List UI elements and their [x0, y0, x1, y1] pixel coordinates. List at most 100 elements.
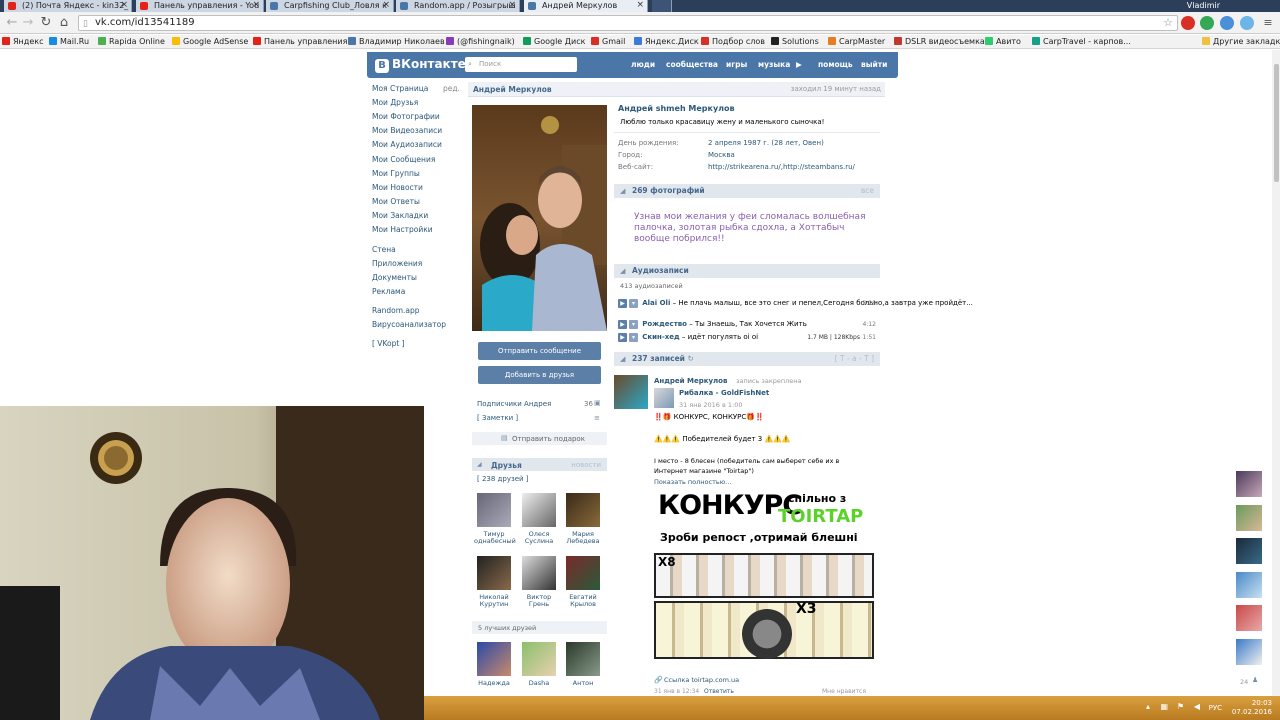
bookmark-item[interactable]: Другие закладки	[1202, 35, 1280, 48]
audio-track[interactable]: ▶ ▾ Alai Oli – Не плачь малыш, все это сн…	[618, 298, 973, 309]
menu-item-news[interactable]: Мои Новости	[372, 183, 423, 192]
im-contact-thumb[interactable]	[1236, 605, 1262, 631]
bookmark-item[interactable]: Панель управления	[253, 35, 347, 48]
volume-icon[interactable]: ◀	[1194, 702, 1200, 711]
friend-card[interactable]: Мария Лебедева	[563, 493, 603, 545]
best-friend-card[interactable]: Dasha	[519, 642, 559, 687]
menu-item-apps[interactable]: Приложения	[372, 259, 422, 268]
send-message-button[interactable]: Отправить сообщение	[478, 342, 601, 360]
nav-logout[interactable]: выйти	[861, 60, 887, 69]
bookmark-item[interactable]: DSLR видеосъемка	[894, 35, 985, 48]
new-tab-button[interactable]	[652, 0, 672, 12]
menu-item-photos[interactable]: Мои Фотографии	[372, 112, 440, 121]
add-icon[interactable]: ▾	[629, 299, 638, 308]
bookmark-item[interactable]: Rapida Online	[98, 35, 165, 48]
best-friend-card[interactable]: Надежда	[474, 642, 514, 687]
browser-tab[interactable]: Панель управления - You ×	[136, 0, 264, 12]
scrollbar-thumb[interactable]	[1274, 64, 1279, 182]
menu-item-bookmarks[interactable]: Мои Закладки	[372, 211, 428, 220]
menu-item-ads[interactable]: Реклама	[372, 287, 405, 296]
im-contact-thumb[interactable]	[1236, 572, 1262, 598]
nav-help[interactable]: помощь	[818, 60, 853, 69]
vk-logo[interactable]: В ВКонтакте	[375, 57, 466, 73]
bookmark-item[interactable]: (@fishingnaik)	[446, 35, 515, 48]
bookmark-item[interactable]: Яндекс.Диск	[634, 35, 699, 48]
bookmark-item[interactable]: Google Диск	[523, 35, 585, 48]
bookmark-item[interactable]: CarpMaster	[828, 35, 885, 48]
extension-icon[interactable]	[1240, 16, 1254, 30]
bookmark-item[interactable]: Gmail	[591, 35, 625, 48]
bookmark-item[interactable]: Яндекс	[2, 35, 43, 48]
close-icon[interactable]: ×	[508, 0, 516, 11]
search-input[interactable]: ⌕ Поиск	[465, 57, 577, 72]
url-input[interactable]: ▯ vk.com/id13541189 ☆	[78, 15, 1178, 31]
bookmark-item[interactable]: Авито	[985, 35, 1021, 48]
nav-people[interactable]: люди	[631, 60, 655, 69]
play-icon[interactable]: ▶	[618, 299, 627, 308]
friend-card[interactable]: Николай Курутин	[474, 556, 514, 608]
extension-icon[interactable]	[1200, 16, 1214, 30]
add-icon[interactable]: ▾	[629, 320, 638, 329]
friends-count[interactable]: [ 238 друзей ]	[477, 475, 529, 483]
repost-date[interactable]: 31 янв 2016 в 1:00	[679, 401, 743, 409]
menu-icon[interactable]: ≡	[1260, 15, 1276, 31]
post-author-avatar[interactable]	[614, 375, 648, 409]
im-count[interactable]: 24	[1240, 678, 1248, 686]
im-contact-thumb[interactable]	[1236, 538, 1262, 564]
reply-link[interactable]: Ответить	[704, 688, 734, 695]
nav-music[interactable]: музыка	[758, 60, 790, 69]
bookmark-item[interactable]: Mail.Ru	[49, 35, 89, 48]
refresh-icon[interactable]: ↻	[688, 354, 694, 363]
birthday-value[interactable]: 2 апреля 1987 г. (28 лет, Овен)	[708, 139, 824, 147]
subscribers-link[interactable]: Подписчики Андрея	[477, 400, 551, 408]
menu-item-settings[interactable]: Мои Настройки	[372, 225, 433, 234]
bookmark-item[interactable]: Google AdSense	[172, 35, 248, 48]
photos-header[interactable]: ◢ 269 фотографий все	[614, 184, 880, 198]
bookmark-item[interactable]: CarpTravel - карпов...	[1032, 35, 1131, 48]
menu-item-videos[interactable]: Мои Видеозаписи	[372, 126, 442, 135]
menu-item-wall[interactable]: Стена	[372, 245, 396, 254]
like-button[interactable]: Мне нравится	[822, 688, 866, 695]
add-friend-button[interactable]: Добавить в друзья	[478, 366, 601, 384]
post-link[interactable]: Ссылка toirtap.com.ua	[664, 676, 739, 684]
menu-item-messages[interactable]: Мои Сообщения	[372, 155, 435, 164]
profile-status[interactable]: Люблю только красавицу жену и маленького…	[620, 118, 824, 126]
tray-up-icon[interactable]: ▴	[1146, 702, 1150, 711]
bookmark-item[interactable]: Владимир Николаев	[348, 35, 445, 48]
post-date[interactable]: 31 янв в 12:34	[654, 688, 699, 695]
menu-edit-link[interactable]: ред.	[443, 84, 460, 93]
im-contact-thumb[interactable]	[1236, 505, 1262, 531]
browser-user-label[interactable]: Vladimir	[1187, 0, 1220, 11]
menu-item-my-page[interactable]: Моя Страница	[372, 84, 428, 93]
send-gift-bar[interactable]: ▤ Отправить подарок	[472, 432, 607, 445]
add-icon[interactable]: ▾	[629, 333, 638, 342]
close-icon[interactable]: ×	[120, 0, 128, 11]
wall-header[interactable]: ◢ 237 записей ↻ [ Т - а - Т ]	[614, 352, 880, 366]
audio-track[interactable]: ▶ ▾ Скин-хед – идёт погулять оі оі 1.7 MB…	[618, 332, 880, 343]
city-value[interactable]: Москва	[708, 151, 735, 159]
home-icon[interactable]: ⌂	[56, 15, 72, 31]
menu-item-answers[interactable]: Мои Ответы	[372, 197, 420, 206]
browser-tab[interactable]: (2) Почта Яндекс - kin32_ ×	[4, 0, 132, 12]
im-contact-thumb[interactable]	[1236, 639, 1262, 665]
star-icon[interactable]: ☆	[1163, 16, 1173, 30]
extension-icon[interactable]	[1220, 16, 1234, 30]
repost-source[interactable]: Рибалка - GoldFishNet	[679, 389, 769, 397]
friend-card[interactable]: Евгатий Крылов	[563, 556, 603, 608]
close-icon[interactable]: ×	[382, 0, 390, 11]
menu-item-virus-analyzer[interactable]: Вирусоанализатор	[372, 320, 446, 329]
menu-item-random-app[interactable]: Random.app	[372, 306, 420, 315]
menu-item-groups[interactable]: Мои Группы	[372, 169, 420, 178]
friend-card[interactable]: Олеся Суслина	[519, 493, 559, 545]
play-icon[interactable]: ▶	[618, 320, 627, 329]
bookmark-item[interactable]: Solutions	[771, 35, 819, 48]
browser-tab[interactable]: Random.app / Розыгрыш ×	[396, 0, 520, 12]
clock[interactable]: 20:03 07.02.2016	[1232, 699, 1272, 717]
show-more-link[interactable]: Показать полностью...	[654, 478, 731, 486]
friend-card[interactable]: Тимур однабесный	[474, 493, 516, 545]
notes-link[interactable]: [ Заметки ]	[477, 414, 518, 422]
contest-image[interactable]: КОНКУРС спільно з TOIRTAP Зроби репост ,…	[654, 490, 876, 660]
im-contact-thumb[interactable]	[1236, 471, 1262, 497]
play-icon[interactable]: ▶	[618, 333, 627, 342]
nav-games[interactable]: игры	[726, 60, 747, 69]
